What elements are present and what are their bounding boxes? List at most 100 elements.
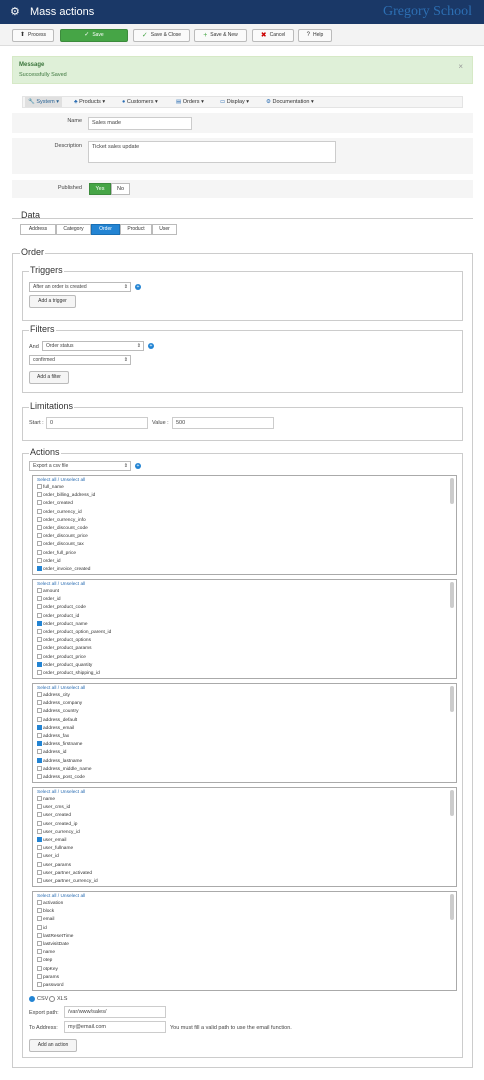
checkbox[interactable] [37,645,42,651]
checkbox[interactable] [37,637,42,643]
name-input[interactable]: Sales made [88,117,192,130]
checkbox[interactable] [37,508,42,514]
column-option[interactable]: user_partner_activated [37,869,92,878]
menu-display[interactable]: ▭ Display ▾ [217,97,252,107]
csv-radio[interactable] [29,996,35,1002]
column-option[interactable]: order_discount_price [37,533,88,541]
checked-checkbox[interactable] [37,757,42,763]
checked-checkbox[interactable] [37,620,42,626]
checkbox[interactable] [37,492,42,498]
column-option[interactable]: address_lastname [37,757,82,766]
column-option[interactable]: address_middle_name [37,765,92,774]
cancel-button[interactable]: ✖ Cancel [252,29,294,42]
checkbox[interactable] [37,982,42,987]
data-tab-user[interactable]: User [152,224,177,235]
save-close-button[interactable]: ✓ Save & Close [133,29,190,42]
menu-orders[interactable]: ▤ Orders ▾ [173,97,207,107]
checkbox[interactable] [37,670,42,675]
filter-value-select[interactable]: confirmed ⇕ [29,355,131,365]
checkbox[interactable] [37,820,42,826]
column-option[interactable]: order_created [37,500,73,508]
checkbox[interactable] [37,878,42,883]
add-action-plus-icon[interactable]: + [135,463,141,469]
checkbox[interactable] [37,828,42,834]
column-option[interactable]: order_product_option_parent_id [37,629,111,637]
checkbox[interactable] [37,853,42,859]
column-option[interactable]: user_params [37,861,71,870]
checkbox[interactable] [37,588,42,593]
checked-checkbox[interactable] [37,661,42,667]
column-option[interactable]: email [37,916,54,924]
data-tab-product[interactable]: Product [120,224,152,235]
checked-checkbox[interactable] [37,566,42,571]
column-option[interactable]: lastvisitDate [37,941,69,949]
column-option[interactable]: user_id [37,853,59,861]
add-filter-plus-icon[interactable]: + [148,343,154,349]
column-option[interactable]: user_email [37,837,66,845]
column-listbox[interactable]: Select all / Unselect all activation block… [32,891,457,991]
column-option[interactable]: otep [37,957,52,965]
column-option[interactable]: activation [37,900,63,908]
add-action-button[interactable]: Add an action [29,1039,77,1052]
action-select[interactable]: Export a csv file ⇕ [29,461,131,471]
checked-checkbox[interactable] [37,837,42,842]
menu-documentation[interactable]: ⚙ Documentation ▾ [263,97,317,107]
export-path-input[interactable]: /var/www/sales/ [64,1006,166,1018]
published-yes-toggle[interactable]: Yes [89,183,111,195]
published-no-toggle[interactable]: No [111,183,130,195]
column-listbox[interactable]: Select all / Unselect all full_name order_… [32,475,457,575]
column-option[interactable]: order_discount_tax [37,541,84,549]
checkbox[interactable] [37,924,42,930]
checkbox[interactable] [37,957,42,963]
checkbox[interactable] [37,869,42,875]
start-input[interactable]: 0 [46,417,148,429]
column-option[interactable]: order_id [37,596,61,604]
checked-checkbox[interactable] [37,741,42,747]
checkbox[interactable] [37,908,42,914]
column-option[interactable]: user_partner_currency_id [37,878,98,886]
checkbox[interactable] [37,900,42,905]
checkbox[interactable] [37,973,42,979]
column-option[interactable]: order_full_price [37,549,76,558]
column-option[interactable]: address_country [37,708,78,716]
data-tab-address[interactable]: Address [20,224,56,235]
checkbox[interactable] [37,500,42,506]
scrollbar[interactable] [450,790,454,816]
column-option[interactable]: order_invoice_created [37,566,90,574]
column-option[interactable]: order_product_name [37,620,88,629]
checkbox[interactable] [37,861,42,867]
checked-checkbox[interactable] [37,724,42,730]
column-option[interactable]: otpKey [37,965,58,974]
checkbox[interactable] [37,932,42,938]
column-option[interactable]: address_post_code [37,774,85,782]
column-option[interactable]: name [37,796,55,804]
xls-radio[interactable] [49,996,55,1002]
checkbox[interactable] [37,525,42,530]
save-new-button[interactable]: + Save & New [194,29,247,42]
column-option[interactable]: block [37,908,54,916]
column-option[interactable]: address_firstname [37,741,82,749]
description-textarea[interactable]: Ticket sales update [88,141,336,163]
column-option[interactable]: name [37,949,55,957]
filter-select[interactable]: Order status ⇕ [42,341,144,351]
checkbox[interactable] [37,941,42,946]
checkbox[interactable] [37,516,42,522]
checkbox[interactable] [37,541,42,547]
menu-system[interactable]: 🔧 System ▾ [25,97,63,107]
column-option[interactable]: address_email [37,724,74,733]
column-listbox[interactable]: Select all / Unselect all name user_cms_id… [32,787,457,887]
to-address-input[interactable]: my@email.com [64,1021,166,1033]
checkbox[interactable] [37,749,42,755]
column-listbox[interactable]: Select all / Unselect all amount order_id o… [32,579,457,679]
column-option[interactable]: id [37,924,47,933]
checkbox[interactable] [37,845,42,851]
column-option[interactable]: params [37,973,59,982]
trigger-select[interactable]: After an order is created ⇕ [29,282,131,292]
column-option[interactable]: address_city [37,692,70,700]
column-option[interactable]: order_id [37,557,61,566]
column-option[interactable]: order_currency_id [37,508,82,517]
checkbox[interactable] [37,700,42,706]
checkbox[interactable] [37,612,42,618]
column-option[interactable]: order_product_quantity [37,661,92,670]
checkbox[interactable] [37,596,42,602]
